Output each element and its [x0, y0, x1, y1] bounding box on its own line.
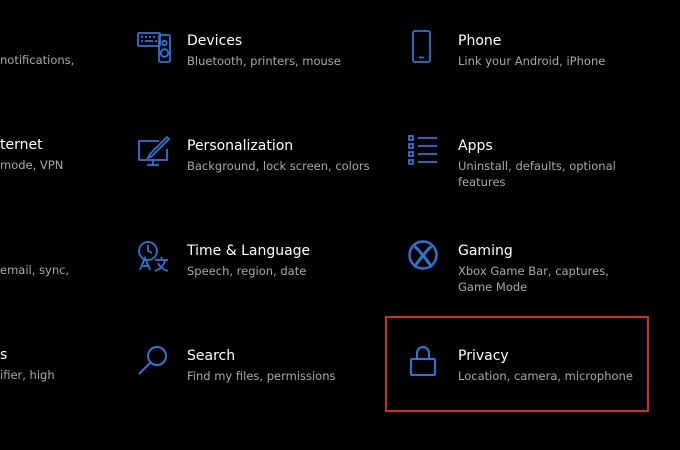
left-tile-4-title[interactable]: s [0, 347, 7, 363]
clock-language-icon [137, 240, 171, 274]
tile-gaming-title: Gaming [458, 243, 513, 259]
tile-time-language[interactable]: Time & Language Speech, region, date [137, 240, 377, 320]
tile-devices[interactable]: Devices Bluetooth, printers, mouse [137, 30, 367, 110]
tile-apps-desc: Uninstall, defaults, optional features [458, 159, 616, 189]
tile-devices-title: Devices [187, 33, 243, 49]
tile-gaming-desc: Xbox Game Bar, captures, Game Mode [458, 264, 609, 294]
apps-list-icon [408, 135, 442, 169]
tile-personalization-desc: Background, lock screen, colors [187, 159, 370, 173]
tile-apps[interactable]: Apps Uninstall, defaults, optional featu… [408, 135, 658, 215]
lock-icon [408, 345, 442, 379]
tile-apps-title: Apps [458, 138, 493, 154]
left-tile-4-desc: ifier, high [0, 368, 55, 382]
tile-search[interactable]: Search Find my files, permissions [137, 345, 377, 425]
keyboard-speaker-icon [137, 30, 171, 64]
monitor-pen-icon [137, 135, 171, 169]
tile-devices-desc: Bluetooth, printers, mouse [187, 54, 341, 68]
tile-phone[interactable]: Phone Link your Android, iPhone [408, 30, 658, 110]
tile-privacy[interactable]: Privacy Location, camera, microphone [408, 345, 638, 425]
xbox-icon [408, 240, 442, 274]
tile-time-language-desc: Speech, region, date [187, 264, 307, 278]
tile-search-title: Search [187, 348, 236, 364]
left-tile-3-desc: email, sync, [0, 263, 70, 277]
phone-icon [408, 30, 442, 64]
tile-time-language-title: Time & Language [187, 243, 311, 259]
tile-gaming[interactable]: Gaming Xbox Game Bar, captures, Game Mod… [408, 240, 658, 320]
tile-phone-desc: Link your Android, iPhone [458, 54, 606, 68]
tile-privacy-desc: Location, camera, microphone [458, 369, 633, 383]
tile-search-desc: Find my files, permissions [187, 369, 336, 383]
left-tile-1-desc: notifications, [0, 53, 75, 67]
left-tile-2-title[interactable]: ternet [0, 137, 43, 153]
tile-personalization[interactable]: Personalization Background, lock screen,… [137, 135, 377, 215]
left-tile-2-desc: mode, VPN [0, 158, 64, 172]
tile-personalization-title: Personalization [187, 138, 294, 154]
tile-phone-title: Phone [458, 33, 502, 49]
search-icon [137, 345, 171, 379]
tile-privacy-title: Privacy [458, 348, 509, 364]
